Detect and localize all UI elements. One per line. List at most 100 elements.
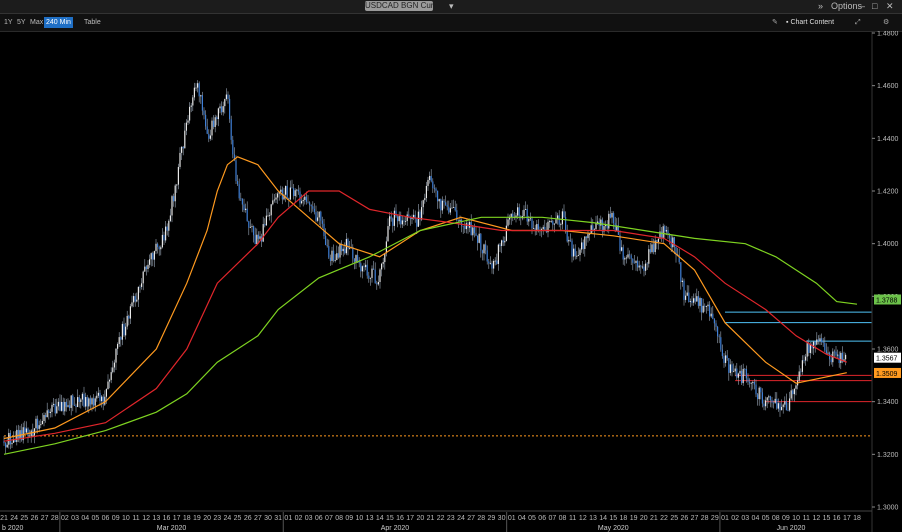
x-tick-label: 16 xyxy=(396,515,404,522)
candle-body xyxy=(499,244,501,246)
x-tick-label: 30 xyxy=(264,515,272,522)
candle-body xyxy=(803,360,805,362)
x-tick-label: 18 xyxy=(620,515,628,522)
x-tick-label: 09 xyxy=(345,515,353,522)
candle-body xyxy=(805,356,807,361)
price-chart[interactable]: 1.48001.46001.44001.42001.40001.38001.36… xyxy=(0,31,902,532)
candle-body xyxy=(336,253,338,261)
candle-body xyxy=(717,326,719,337)
candle-body xyxy=(563,211,565,218)
candle-body xyxy=(406,214,408,222)
candle-body xyxy=(81,393,83,400)
candle-body xyxy=(529,218,531,220)
candle-body xyxy=(830,359,832,363)
candle-body xyxy=(651,244,653,253)
candle-body xyxy=(381,263,383,270)
settings-gear-icon[interactable]: ⚙ xyxy=(881,17,891,28)
candle-body xyxy=(470,222,472,236)
candle-body xyxy=(331,250,333,261)
close-button[interactable]: ✕ xyxy=(886,0,894,12)
x-tick-label: 30 xyxy=(498,515,506,522)
range-1y-button[interactable]: 1Y xyxy=(2,17,15,28)
candle-body xyxy=(473,227,475,234)
candle-body xyxy=(454,207,456,211)
candle-body xyxy=(267,215,269,217)
candle-body xyxy=(208,133,210,139)
candle-body xyxy=(227,94,229,99)
candle-body xyxy=(240,198,242,200)
candle-body xyxy=(793,388,795,395)
candle-body xyxy=(627,254,629,258)
candle-body xyxy=(497,244,499,264)
x-tick-label: 12 xyxy=(579,515,587,522)
candle-body xyxy=(621,247,623,251)
candle-body xyxy=(643,266,645,271)
candle-body xyxy=(493,260,495,269)
candle-body xyxy=(489,263,491,265)
candle-body xyxy=(317,217,319,221)
candle-body xyxy=(376,283,378,285)
candle-body xyxy=(560,224,562,226)
candle-body xyxy=(435,188,437,191)
candle-body xyxy=(432,181,434,189)
x-tick-label: 14 xyxy=(599,515,607,522)
x-tick-label: 09 xyxy=(782,515,790,522)
x-tick-label: 13 xyxy=(589,515,597,522)
range-max-button[interactable]: Max xyxy=(28,17,45,28)
candle-body xyxy=(571,240,573,257)
candle-body xyxy=(721,349,723,357)
y-tick-label: 1.3000 xyxy=(877,505,899,512)
x-tick-label: 02 xyxy=(731,515,739,522)
candle-body xyxy=(8,432,10,445)
candle-body xyxy=(680,262,682,282)
title-dropdown-icon[interactable]: ▾ xyxy=(449,0,454,12)
candle-body xyxy=(379,269,381,283)
candle-body xyxy=(425,185,427,199)
candle-body xyxy=(158,246,160,250)
y-tick-label: 1.3600 xyxy=(877,347,899,354)
candle-body xyxy=(657,238,659,242)
candle-body xyxy=(566,231,568,242)
expand-icon[interactable]: ⤢ xyxy=(853,17,863,28)
candle-body xyxy=(662,226,664,239)
candle-body xyxy=(246,208,248,222)
x-tick-label: 26 xyxy=(244,515,252,522)
table-view-button[interactable]: Table xyxy=(82,17,103,28)
x-tick-label: 18 xyxy=(183,515,191,522)
candle-body xyxy=(254,235,256,245)
candle-body xyxy=(766,397,768,401)
x-tick-label: 02 xyxy=(295,515,303,522)
x-tick-label: 08 xyxy=(335,515,343,522)
minimize-button[interactable]: – xyxy=(860,0,865,12)
edit-icon[interactable]: ✎ xyxy=(770,17,780,28)
candle-body xyxy=(542,226,544,230)
range-5y-button[interactable]: 5Y xyxy=(15,17,28,28)
x-tick-label: 20 xyxy=(416,515,424,522)
range-240min-button[interactable]: 240 Min xyxy=(44,17,73,28)
candle-body xyxy=(190,105,192,107)
candle-body xyxy=(101,396,103,402)
candle-body xyxy=(438,199,440,202)
y-axis: 1.48001.46001.44001.42001.40001.38001.36… xyxy=(871,31,899,532)
candle-body xyxy=(665,230,667,232)
candle-body xyxy=(704,305,706,307)
maximize-button[interactable]: □ xyxy=(872,0,877,12)
chart-content-button[interactable]: ▪ Chart Content xyxy=(786,17,834,28)
candle-body xyxy=(110,372,112,380)
candle-body xyxy=(744,368,746,370)
candle-body xyxy=(537,224,539,230)
candle-body xyxy=(400,216,402,225)
candle-body xyxy=(185,122,187,131)
candle-body xyxy=(61,401,63,411)
x-tick-label: 31 xyxy=(274,515,282,522)
candle-body xyxy=(707,304,709,307)
candle-body xyxy=(129,306,131,319)
candle-body xyxy=(366,264,368,276)
candle-body xyxy=(56,406,58,414)
candle-body xyxy=(709,304,711,317)
options-menu[interactable]: Options xyxy=(831,0,862,12)
x-tick-label: 11 xyxy=(803,515,810,522)
security-title[interactable]: USDCAD BGN Curncy xyxy=(365,1,433,11)
candle-body xyxy=(445,202,447,205)
candle-body xyxy=(355,255,357,262)
